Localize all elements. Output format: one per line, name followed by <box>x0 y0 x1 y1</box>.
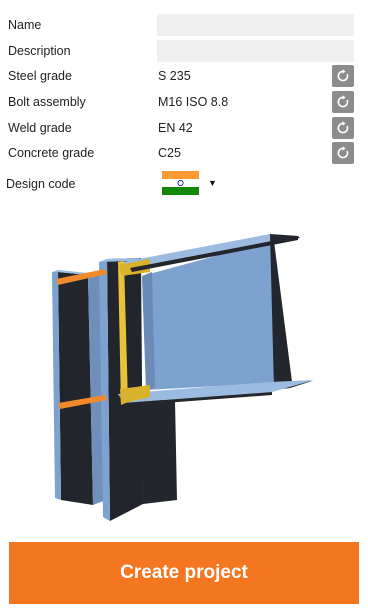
concrete-grade-label: Concrete grade <box>8 146 95 160</box>
concrete-grade-row[interactable]: Concrete grade C25 <box>0 141 368 165</box>
design-code-select[interactable]: ▼ <box>162 171 217 195</box>
create-project-button[interactable]: Create project <box>9 542 359 604</box>
name-input[interactable] <box>157 14 354 36</box>
india-flag-icon <box>162 171 199 195</box>
caret-down-icon: ▼ <box>208 177 217 188</box>
concrete-grade-value[interactable]: C25 <box>158 146 181 160</box>
description-input[interactable] <box>157 40 354 62</box>
column-lower-side <box>141 400 177 504</box>
steel-connection-3d-model <box>52 234 314 521</box>
reset-icon <box>337 121 349 134</box>
reset-icon <box>337 69 349 82</box>
bolt-assembly-label: Bolt assembly <box>8 95 86 109</box>
steel-grade-value[interactable]: S 235 <box>158 69 191 83</box>
name-label: Name <box>8 18 42 32</box>
design-code-label: Design code <box>6 177 76 191</box>
beam-end-dark <box>270 234 312 390</box>
weld-grade-reset-button[interactable] <box>332 117 354 139</box>
steel-grade-label: Steel grade <box>8 69 72 83</box>
weld-grade-label: Weld grade <box>8 121 72 135</box>
column-back-face <box>58 272 93 505</box>
weld-grade-row[interactable]: Weld grade EN 42 <box>0 116 368 140</box>
description-label: Description <box>8 44 71 58</box>
steel-grade-row[interactable]: Steel grade S 235 <box>0 64 368 88</box>
concrete-grade-reset-button[interactable] <box>332 142 354 164</box>
reset-icon <box>337 95 349 108</box>
reset-icon <box>337 146 349 159</box>
description-row: Description <box>0 39 368 63</box>
steel-grade-reset-button[interactable] <box>332 65 354 87</box>
name-row: Name <box>0 13 368 37</box>
bolt-assembly-row[interactable]: Bolt assembly M16 ISO 8.8 <box>0 90 368 114</box>
weld-grade-value[interactable]: EN 42 <box>158 121 193 135</box>
bolt-assembly-reset-button[interactable] <box>332 91 354 113</box>
bolt-assembly-value[interactable]: M16 ISO 8.8 <box>158 95 228 109</box>
